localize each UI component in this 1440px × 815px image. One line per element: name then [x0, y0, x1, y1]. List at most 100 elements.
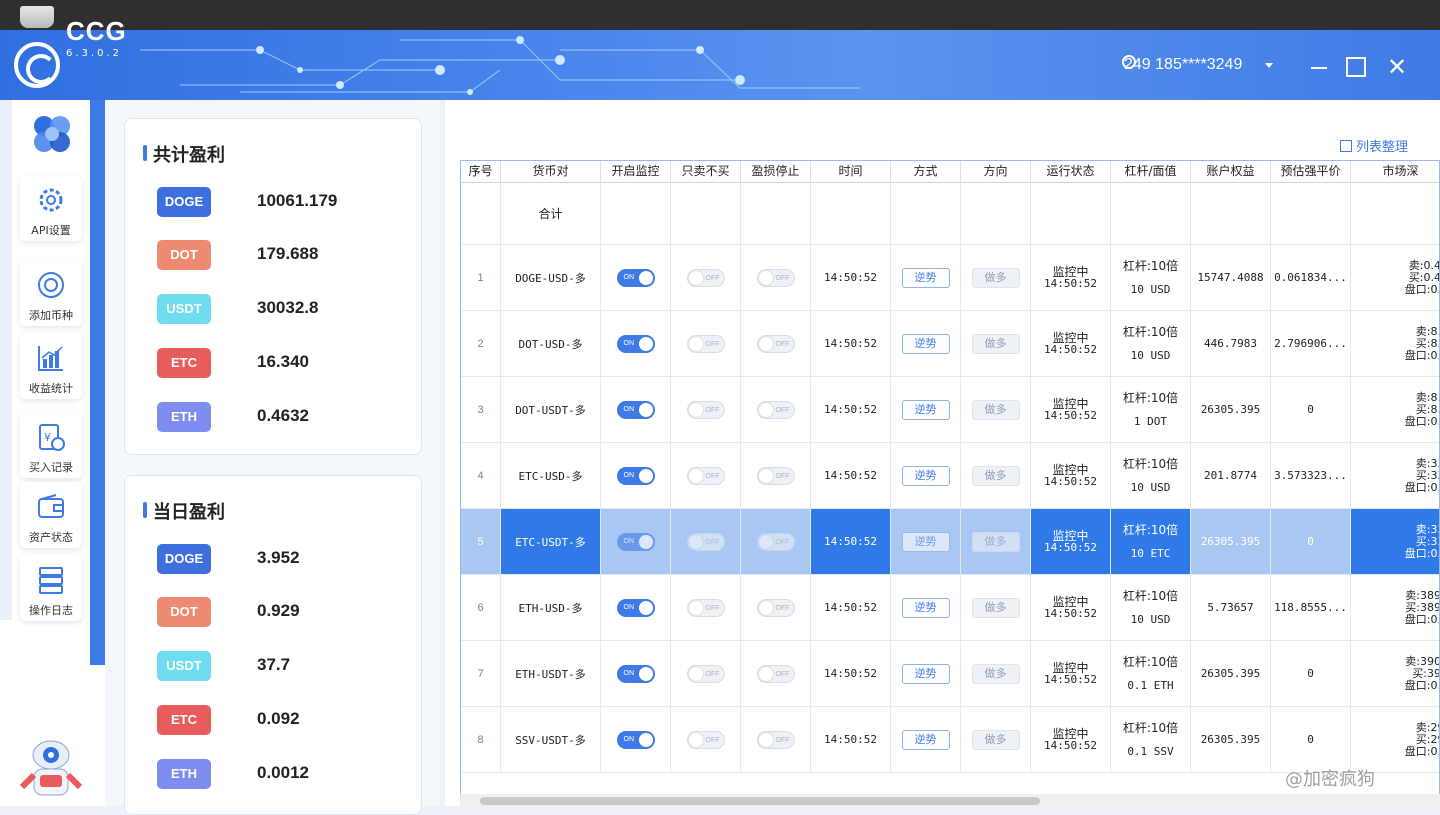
sell-only-toggle[interactable]: OFF: [686, 334, 725, 353]
mode-button[interactable]: 逆势: [901, 399, 950, 420]
depth-line: 盘口:0.0: [1404, 348, 1439, 362]
column-header[interactable]: 运行状态: [1031, 161, 1111, 183]
liquidation-price: 0: [1271, 377, 1351, 442]
stop-toggle[interactable]: OFF: [756, 400, 795, 419]
table-row[interactable]: 5 ETC-USDT-多 ON OFF OFF 14:50:52 逆势 做多 监控中 14:50:…: [461, 509, 1439, 575]
column-header[interactable]: 时间: [811, 161, 891, 183]
column-header[interactable]: 方式: [891, 161, 961, 183]
pairs-table: 序号 货币对 开启监控 只卖不买 盈损停止 时间 方式 方向 运行状态 杠杆/面值 账户权益 预估强平…: [460, 160, 1440, 800]
close-button[interactable]: ✕: [1386, 55, 1408, 79]
account-equity: 5.73657: [1191, 575, 1271, 640]
column-header[interactable]: 盈损停止: [741, 161, 811, 183]
stop-toggle[interactable]: OFF: [756, 598, 795, 617]
mode-button[interactable]: 逆势: [901, 597, 950, 618]
sidebar-item-label: 添加币种: [29, 309, 73, 322]
direction-button[interactable]: 做多: [971, 531, 1020, 552]
monitor-toggle[interactable]: ON: [616, 400, 655, 419]
mode-button[interactable]: 逆势: [901, 531, 950, 552]
maximize-button[interactable]: [1346, 57, 1366, 77]
stop-toggle[interactable]: OFF: [756, 664, 795, 683]
pair-name: DOT-USD-多: [501, 311, 601, 376]
home-logo-icon[interactable]: [28, 110, 76, 158]
liquidation-price: 118.8555...: [1271, 575, 1351, 640]
organize-list-button[interactable]: 列表整理: [1340, 136, 1408, 155]
mode-button[interactable]: 逆势: [901, 465, 950, 486]
stop-toggle[interactable]: OFF: [756, 268, 795, 287]
monitor-toggle[interactable]: ON: [616, 334, 655, 353]
daily-profit-row: ETC 0.092: [157, 705, 407, 735]
direction-button[interactable]: 做多: [971, 399, 1020, 420]
sell-only-toggle[interactable]: OFF: [686, 598, 725, 617]
leverage-face: 杠杆:10倍 10 USD: [1111, 245, 1191, 310]
monitor-toggle[interactable]: ON: [616, 598, 655, 617]
column-header[interactable]: 只卖不买: [671, 161, 741, 183]
sell-only-toggle[interactable]: OFF: [686, 268, 725, 287]
status-text: 监控中: [1052, 594, 1089, 609]
minimize-button[interactable]: [1308, 56, 1330, 78]
table-row[interactable]: 6 ETH-USD-多 ON OFF OFF 14:50:52 逆势 做多 监控中 14:50:5…: [461, 575, 1439, 641]
mode-button[interactable]: 逆势: [901, 267, 950, 288]
table-row[interactable]: 1 DOGE-USD-多 ON OFF OFF 14:50:52 逆势 做多 监控中 14:50:…: [461, 245, 1439, 311]
direction-button[interactable]: 做多: [971, 597, 1020, 618]
face-value: 10 USD: [1130, 282, 1171, 296]
table-row[interactable]: 3 DOT-USDT-多 ON OFF OFF 14:50:52 逆势 做多 监控中 14:50:…: [461, 377, 1439, 443]
account-equity: 26305.395: [1191, 509, 1271, 574]
column-header[interactable]: 账户权益: [1191, 161, 1271, 183]
column-header[interactable]: 杠杆/面值: [1111, 161, 1191, 183]
mode-button[interactable]: 逆势: [901, 333, 950, 354]
sell-only-toggle[interactable]: OFF: [686, 730, 725, 749]
table-row[interactable]: 2 DOT-USD-多 ON OFF OFF 14:50:52 逆势 做多 监控中 14:50:5…: [461, 311, 1439, 377]
leverage-face: 杠杆:10倍 10 USD: [1111, 443, 1191, 508]
market-depth: 卖:3899买:3899盘口:0.0: [1351, 575, 1439, 640]
account-equity: 201.8774: [1191, 443, 1271, 508]
sidebar-item-api-settings[interactable]: API设置: [20, 175, 82, 241]
column-header[interactable]: 序号: [461, 161, 501, 183]
direction-button[interactable]: 做多: [971, 333, 1020, 354]
monitor-toggle[interactable]: ON: [616, 664, 655, 683]
market-depth: 卖:8.9买:8.9盘口:0.0: [1351, 377, 1439, 442]
column-header[interactable]: 货币对: [501, 161, 601, 183]
direction-button[interactable]: 做多: [971, 729, 1020, 750]
depth-line: 卖:8.9: [1415, 390, 1439, 404]
column-header[interactable]: 开启监控: [601, 161, 671, 183]
column-header[interactable]: 预估强平价: [1271, 161, 1351, 183]
user-account[interactable]: 249 185****3249: [1124, 56, 1242, 74]
sell-only-toggle[interactable]: OFF: [686, 400, 725, 419]
stop-toggle[interactable]: OFF: [756, 532, 795, 551]
sell-only-toggle[interactable]: OFF: [686, 664, 725, 683]
column-header[interactable]: 市场深: [1351, 161, 1439, 183]
stop-toggle[interactable]: OFF: [756, 730, 795, 749]
row-index: 3: [461, 377, 501, 442]
sidebar-item-operation-log[interactable]: 操作日志: [20, 555, 82, 621]
monitor-toggle[interactable]: ON: [616, 268, 655, 287]
direction-button[interactable]: 做多: [971, 663, 1020, 684]
table-row[interactable]: 4 ETC-USD-多 ON OFF OFF 14:50:52 逆势 做多 监控中 14:50:5…: [461, 443, 1439, 509]
mode-button[interactable]: 逆势: [901, 729, 950, 750]
direction-button[interactable]: 做多: [971, 267, 1020, 288]
sidebar-item-buy-records[interactable]: ¥ 买入记录: [20, 412, 82, 478]
monitor-toggle[interactable]: ON: [616, 532, 655, 551]
status-text: 监控中: [1052, 264, 1089, 279]
stop-toggle[interactable]: OFF: [756, 334, 795, 353]
mode-button[interactable]: 逆势: [901, 663, 950, 684]
table-row[interactable]: 7 ETH-USDT-多 ON OFF OFF 14:50:52 逆势 做多 监控中 14:50:…: [461, 641, 1439, 707]
column-header[interactable]: 方向: [961, 161, 1031, 183]
sidebar-item-label: 收益统计: [29, 382, 73, 395]
run-status: 监控中 14:50:52: [1031, 575, 1111, 640]
time-value: 14:50:52: [811, 245, 891, 310]
direction-button[interactable]: 做多: [971, 465, 1020, 486]
user-dropdown-icon[interactable]: [1265, 63, 1273, 68]
status-text: 监控中: [1052, 660, 1089, 675]
stop-toggle[interactable]: OFF: [756, 466, 795, 485]
sell-only-toggle[interactable]: OFF: [686, 466, 725, 485]
sidebar-item-asset-status[interactable]: 资产状态: [20, 482, 82, 548]
robot-mascot-icon[interactable]: [16, 735, 86, 801]
table-row[interactable]: 8 SSV-USDT-多 ON OFF OFF 14:50:52 逆势 做多 监控中 14:50:…: [461, 707, 1439, 773]
sidebar-item-add-coin[interactable]: 添加币种: [20, 260, 82, 326]
scrollbar-thumb[interactable]: [480, 797, 1040, 805]
sell-only-toggle[interactable]: OFF: [686, 532, 725, 551]
monitor-toggle[interactable]: ON: [616, 730, 655, 749]
horizontal-scrollbar[interactable]: [460, 794, 1440, 806]
sidebar-item-profit-stats[interactable]: 收益统计: [20, 333, 82, 399]
monitor-toggle[interactable]: ON: [616, 466, 655, 485]
